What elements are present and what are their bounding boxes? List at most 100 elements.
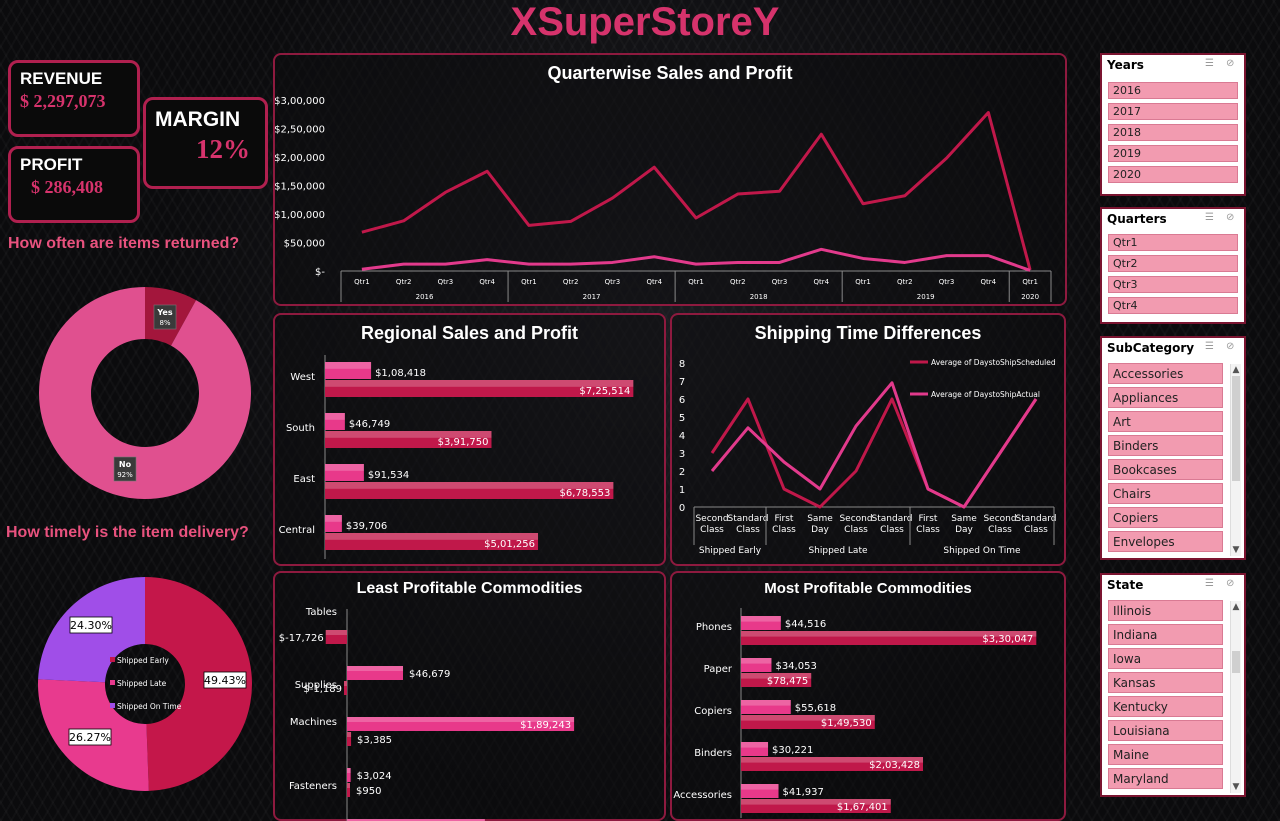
slicer-item[interactable]: Envelopes [1108, 531, 1223, 552]
quarter-tick-label: Qtr4 [646, 278, 662, 286]
mode-tick-label: Second [695, 514, 728, 524]
scroll-down-icon[interactable]: ▼ [1231, 782, 1241, 792]
data-label: $5,01,256 [484, 539, 535, 550]
bar-highlight [325, 413, 345, 420]
quarters-slicer-header: Quarters [1107, 212, 1167, 226]
slicer-item[interactable]: Qtr1 [1108, 234, 1238, 251]
slicer-item[interactable]: Iowa [1108, 648, 1223, 669]
slicer-item[interactable]: Copiers [1108, 507, 1223, 528]
mode-tick-label: Class [772, 525, 796, 535]
quarter-tick-label: Qtr2 [563, 278, 579, 286]
scroll-up-icon[interactable]: ▲ [1231, 602, 1241, 612]
margin-label: MARGIN [155, 108, 241, 131]
y-tick-label: 0 [679, 503, 685, 514]
slicer-item[interactable]: Qtr2 [1108, 255, 1238, 272]
clear-filter-icon[interactable]: ⊘ [1226, 341, 1238, 352]
slicer-item[interactable]: 2019 [1108, 145, 1238, 162]
multi-select-icon[interactable]: ☰ [1205, 578, 1217, 589]
mode-tick-label: Class [880, 525, 904, 535]
data-label: $1,08,418 [375, 368, 426, 379]
returns-label-pct: 92% [117, 471, 133, 479]
mode-tick-label: Second [983, 514, 1016, 524]
slicer-item[interactable]: 2017 [1108, 103, 1238, 120]
returns-label-pct: 8% [159, 319, 170, 327]
slicer-item[interactable]: 2020 [1108, 166, 1238, 183]
data-label: $2,03,428 [869, 760, 920, 771]
returns-donut-chart: Yes 8% No 92% [38, 287, 252, 499]
data-label: $46,749 [349, 419, 390, 430]
slicer-item[interactable]: Maine [1108, 744, 1223, 765]
slicer-item[interactable]: Bookcases [1108, 459, 1223, 480]
sales-line [361, 111, 1032, 271]
category-label: Fasteners [289, 781, 337, 792]
category-label: Copiers [694, 706, 732, 717]
multi-select-icon[interactable]: ☰ [1205, 212, 1217, 223]
scrollbar-thumb[interactable] [1232, 651, 1240, 673]
data-label: $6,78,553 [559, 488, 610, 499]
mode-tick-label: First [775, 514, 794, 524]
y-tick-label: $50,000 [284, 239, 325, 250]
slicer-item[interactable]: Indiana [1108, 624, 1223, 645]
slicer-item[interactable]: Appliances [1108, 387, 1223, 408]
scrollbar-thumb[interactable] [1232, 376, 1240, 481]
data-label: $-1,189 [303, 684, 342, 695]
slicer-item[interactable]: Binders [1108, 435, 1223, 456]
subcategory-slicer-header: SubCategory [1107, 341, 1195, 355]
slicer-item[interactable]: Kentucky [1108, 696, 1223, 717]
clear-filter-icon[interactable]: ⊘ [1226, 212, 1238, 223]
slicer-item[interactable]: Louisiana [1108, 720, 1223, 741]
y-tick-label: 3 [679, 449, 685, 460]
slicer-item[interactable]: 2018 [1108, 124, 1238, 141]
delivery-legend-label: Shipped On Time [117, 702, 182, 711]
regional-panel: Regional Sales and Profit West $1,08,418 $… [273, 313, 666, 566]
slicer-item[interactable]: Qtr3 [1108, 276, 1238, 293]
quarter-tick-label: Qtr4 [813, 278, 829, 286]
data-label: $34,053 [775, 661, 816, 672]
most-profitable-bar-chart: Phones $44,516 $3,30,047 Paper $34,053 $78,47… [673, 608, 1037, 818]
scroll-up-icon[interactable]: ▲ [1231, 365, 1241, 375]
margin-card: MARGIN 12% [143, 97, 268, 189]
bar-highlight [741, 742, 769, 748]
quarter-tick-label: Qtr1 [688, 278, 704, 286]
subcategory-scrollbar[interactable]: ▲ ▼ [1230, 364, 1241, 556]
multi-select-icon[interactable]: ☰ [1205, 341, 1217, 352]
slicer-item[interactable]: Maryland [1108, 768, 1223, 789]
data-label: $55,618 [795, 703, 836, 714]
clear-filter-icon[interactable]: ⊘ [1226, 58, 1238, 69]
data-label: $91,534 [368, 470, 409, 481]
bar-highlight [325, 362, 372, 369]
mode-tick-label: Day [955, 525, 973, 535]
revenue-label: REVENUE [20, 69, 103, 88]
state-scrollbar[interactable]: ▲ ▼ [1230, 601, 1241, 793]
slicer-item[interactable]: Accessories [1108, 363, 1223, 384]
delivery-pct-label: 24.30% [70, 619, 112, 632]
scroll-down-icon[interactable]: ▼ [1231, 545, 1241, 555]
multi-select-icon[interactable]: ☰ [1205, 58, 1217, 69]
slicer-item[interactable]: Art [1108, 411, 1223, 432]
quarter-tick-label: Qtr1 [521, 278, 537, 286]
quarter-tick-label: Qtr3 [772, 278, 788, 286]
bar-highlight [741, 616, 781, 622]
slicer-item[interactable]: Chairs [1108, 483, 1223, 504]
data-label: $3,30,047 [982, 634, 1033, 645]
year-tick-label: 2020 [1021, 293, 1039, 301]
slicer-item[interactable]: Illinois [1108, 600, 1223, 621]
shipping-panel: Shipping Time Differences 8 7 6 5 4 3 2 1 0 Secon… [670, 313, 1066, 566]
mode-tick-label: Class [916, 525, 940, 535]
category-label: West [290, 372, 315, 383]
returns-label-name: No [119, 460, 132, 469]
quarter-tick-label: Qtr1 [354, 278, 370, 286]
slicer-item[interactable]: Kansas [1108, 672, 1223, 693]
y-tick-label: 6 [679, 395, 685, 406]
clear-filter-icon[interactable]: ⊘ [1226, 578, 1238, 589]
profit-card: PROFIT $ 286,408 [8, 146, 140, 223]
quarter-tick-label: Qtr1 [855, 278, 871, 286]
category-label: East [293, 474, 315, 485]
year-tick-label: 2017 [583, 293, 601, 301]
category-label: Phones [696, 622, 732, 633]
group-tick-label: Shipped Late [808, 546, 868, 556]
legend-label: Average of DaystoShipActual [931, 390, 1040, 399]
slicer-item[interactable]: Qtr4 [1108, 297, 1238, 314]
shipping-line-chart: 876543210SecondClassStandardClassFirstCl… [679, 358, 1057, 556]
slicer-item[interactable]: 2016 [1108, 82, 1238, 99]
